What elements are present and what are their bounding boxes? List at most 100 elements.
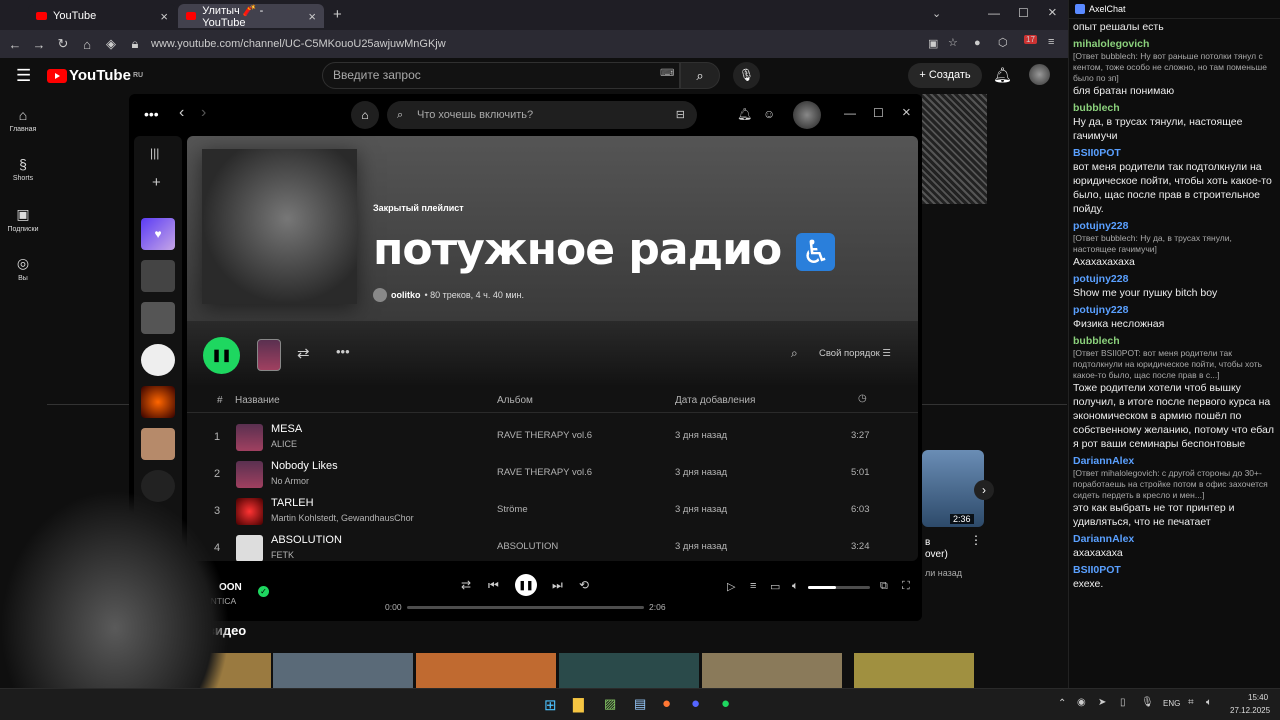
carousel-next-icon[interactable]: › — [974, 480, 994, 500]
back-icon[interactable]: ← — [3, 37, 27, 52]
firefox-icon[interactable]: ● — [662, 695, 671, 712]
library-icon[interactable]: ||| — [150, 146, 159, 160]
forward-icon[interactable]: → — [27, 37, 51, 52]
notepad-icon[interactable]: ▤ — [634, 696, 646, 712]
video-thumbnail[interactable] — [416, 653, 556, 688]
now-playing-view-icon[interactable]: ▷ — [727, 580, 735, 593]
pause-button[interactable]: ❚❚ — [203, 337, 240, 374]
telegram-icon[interactable]: ➤ — [1098, 697, 1106, 708]
track-row[interactable]: 2 Nobody Likes No Armor RAVE THERAPY vol… — [187, 456, 918, 493]
hamburger-menu-icon[interactable]: ☰ — [16, 66, 31, 86]
menu-icon[interactable]: ≡ — [1048, 36, 1054, 48]
network-icon[interactable]: ⌗ — [1188, 697, 1194, 708]
search-icon[interactable]: ⌕ — [791, 346, 798, 361]
chat-nickname[interactable]: potujny228 — [1073, 219, 1276, 233]
file-explorer-icon[interactable]: ▇ — [573, 696, 584, 713]
browse-icon[interactable]: ⊟ — [676, 101, 685, 129]
owner-name[interactable]: oolitko — [391, 290, 421, 300]
minimize-icon[interactable]: — — [844, 106, 856, 120]
extensions-icon[interactable]: ⬡ — [998, 36, 1008, 49]
playlist-cover-image[interactable] — [202, 149, 357, 304]
close-tab-icon[interactable]: × — [308, 9, 316, 24]
add-icon[interactable]: + — [152, 174, 161, 191]
chat-nickname[interactable]: BSII0POT — [1073, 146, 1276, 160]
extension-badge[interactable]: 17 — [1024, 35, 1037, 44]
close-tab-icon[interactable]: × — [160, 9, 168, 24]
track-row[interactable]: 1 MESA ALICE RAVE THERAPY vol.6 3 дня на… — [187, 419, 918, 456]
url-field[interactable]: www.youtube.com/channel/UC-C5MKouoU25awj… — [151, 38, 446, 50]
library-item[interactable] — [141, 260, 175, 292]
start-icon[interactable]: ⊞ — [544, 696, 557, 714]
track-album[interactable]: Ströme — [497, 504, 528, 515]
track-title[interactable]: MESA — [271, 423, 302, 435]
library-item[interactable] — [141, 386, 175, 418]
mic-icon[interactable]: 🎙︎ — [1141, 697, 1154, 708]
close-window-icon[interactable]: × — [1048, 4, 1057, 21]
tray-expand-icon[interactable]: ⌃ — [1058, 698, 1066, 709]
home-icon[interactable]: ⌂ — [351, 101, 379, 129]
repeat-icon[interactable]: ⟲ — [579, 578, 589, 592]
close-icon[interactable]: × — [902, 104, 911, 121]
saved-check-icon[interactable]: ✓ — [258, 586, 269, 597]
sort-button[interactable]: Свой порядок ☰ — [819, 348, 891, 359]
chat-nickname[interactable]: DariannAlex — [1073, 454, 1276, 468]
tabs-list-icon[interactable]: ⌄ — [932, 7, 941, 20]
chat-nickname[interactable]: bubblech — [1073, 101, 1276, 115]
spotify-icon[interactable]: ● — [721, 695, 730, 712]
track-artist[interactable]: FETK — [271, 550, 294, 560]
track-title[interactable]: TARLEH — [271, 497, 314, 509]
connect-device-icon[interactable]: ▭ — [770, 580, 780, 593]
liked-songs-item[interactable]: ♥ — [141, 218, 175, 250]
track-album[interactable]: RAVE THERAPY vol.6 — [497, 467, 592, 478]
video-thumbnail[interactable] — [273, 653, 413, 688]
tab-youtube[interactable]: YouTube × — [28, 4, 176, 28]
shuffle-icon[interactable]: ⇄ — [461, 578, 471, 592]
voice-search-icon[interactable]: 🎙︎ — [733, 62, 760, 89]
play-pause-button[interactable]: ❚❚ — [515, 574, 537, 596]
steam-icon[interactable]: ◉ — [1077, 697, 1086, 708]
rail-shorts[interactable]: § Shorts — [0, 156, 46, 182]
maximize-icon[interactable]: ☐ — [1018, 6, 1029, 20]
video-menu-icon[interactable]: ⋮ — [970, 533, 982, 547]
progress-bar[interactable] — [407, 606, 644, 609]
track-artist[interactable]: No Armor — [271, 476, 309, 486]
shuffle-icon[interactable]: ⇄ — [297, 344, 310, 362]
create-button[interactable]: + Создать — [908, 63, 982, 88]
minimize-icon[interactable]: — — [988, 6, 1000, 20]
new-tab-icon[interactable]: + — [333, 6, 342, 23]
spotify-search-input[interactable]: ⌕ Что хочешь включить? ⊟ — [387, 101, 697, 129]
clock-date[interactable]: 27.12.2025 — [1230, 706, 1270, 715]
language-indicator[interactable]: ENG — [1163, 699, 1180, 708]
next-icon[interactable]: ⏭︎ — [552, 578, 563, 593]
bell-icon[interactable]: 🔔︎ — [737, 107, 752, 121]
notifications-bell-icon[interactable]: 🔔︎ — [993, 66, 1012, 84]
keyboard-icon[interactable]: ⌨ — [660, 68, 674, 79]
chat-nickname[interactable]: potujny228 — [1073, 272, 1276, 286]
volume-icon[interactable]: 🔈︎ — [792, 580, 799, 593]
library-item[interactable] — [141, 428, 175, 460]
tab-active[interactable]: Улитыч 🧨 - YouTube × — [178, 4, 324, 29]
track-row[interactable]: 3 TARLEH Martin Kohlstedt, GewandhausCho… — [187, 493, 918, 530]
forward-icon[interactable]: › — [201, 104, 206, 122]
volume-slider[interactable] — [808, 586, 870, 589]
home-icon[interactable]: ⌂ — [75, 37, 99, 52]
bookmark-star-icon[interactable]: ☆ — [948, 36, 958, 49]
usb-icon[interactable]: ▯ — [1120, 697, 1126, 708]
fullscreen-icon[interactable]: ⛶ — [902, 580, 910, 593]
speaker-icon[interactable]: 🔈︎ — [1206, 697, 1212, 708]
maximize-icon[interactable]: ☐ — [873, 106, 884, 120]
track-album[interactable]: RAVE THERAPY vol.6 — [497, 430, 592, 441]
queue-icon[interactable]: ≡ — [750, 580, 756, 592]
chat-nickname[interactable]: bubblech — [1073, 334, 1276, 348]
more-menu-icon[interactable]: ••• — [144, 106, 159, 122]
video-thumbnail[interactable] — [854, 653, 974, 688]
friends-icon[interactable]: ☺ — [763, 107, 775, 121]
previous-icon[interactable]: ⏮︎ — [488, 578, 499, 593]
track-artist[interactable]: Martin Kohlstedt, GewandhausChor — [271, 513, 414, 523]
chat-nickname[interactable]: mihalolegovich — [1073, 37, 1276, 51]
library-item[interactable] — [141, 302, 175, 334]
reader-icon[interactable]: ▣ — [928, 37, 938, 50]
library-item[interactable] — [141, 344, 175, 376]
video-title-fragment[interactable]: в — [925, 537, 930, 548]
clock-time[interactable]: 15:40 — [1248, 693, 1268, 702]
